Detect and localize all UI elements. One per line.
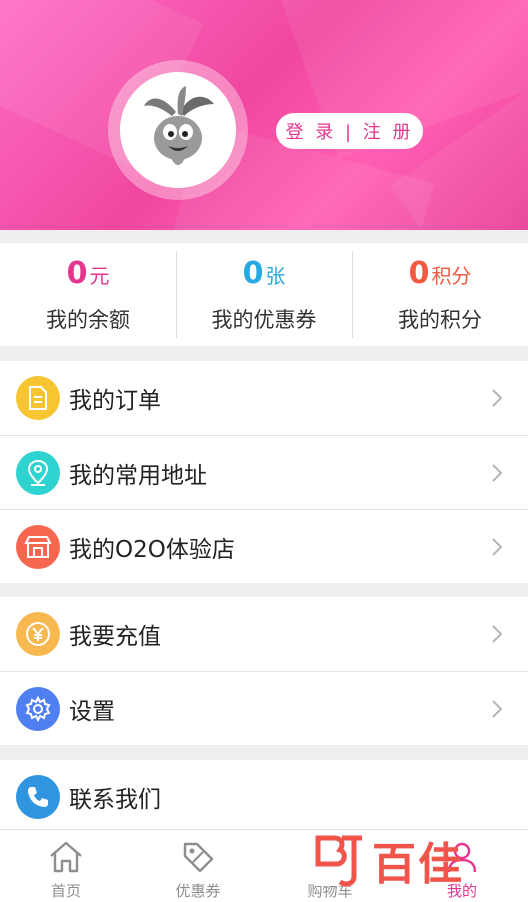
menu-group-orders: 我的订单 我的常用地址 我的O2O体验店	[0, 361, 528, 583]
points-value: 0	[408, 255, 430, 291]
coupon-value: 0	[242, 255, 264, 291]
points-unit: 积分	[431, 263, 472, 288]
watermark-text: 百佳	[372, 839, 464, 890]
avatar[interactable]	[108, 60, 248, 200]
account-stats: 0 元 我的余额 0 张 我的优惠券 0 积分 我的积分	[0, 243, 528, 346]
chevron-right-icon	[492, 463, 503, 482]
coupon-unit: 张	[265, 263, 286, 288]
menu-item-o2o-store[interactable]: 我的O2O体验店	[0, 509, 528, 583]
menu-item-label: 联系我们	[69, 787, 161, 813]
menu-item-orders[interactable]: 我的订单	[0, 361, 528, 435]
stat-points[interactable]: 0 积分 我的积分	[352, 243, 528, 346]
coupon-tag-icon	[183, 842, 214, 873]
home-icon	[50, 841, 82, 873]
menu-item-label: 我的订单	[69, 388, 161, 414]
menu-item-label: 设置	[69, 698, 115, 725]
radish-mascot-icon	[120, 72, 236, 188]
menu-item-label: 我的常用地址	[69, 462, 207, 489]
stat-balance[interactable]: 0 元 我的余额	[0, 243, 176, 346]
balance-value: 0	[66, 255, 88, 291]
tab-label: 首页	[50, 882, 81, 900]
bj-logo-icon	[314, 834, 366, 887]
chevron-right-icon	[492, 699, 503, 718]
login-register-button[interactable]: 登 录 | 注 册	[276, 113, 423, 149]
menu-item-addresses[interactable]: 我的常用地址	[0, 435, 528, 509]
chevron-right-icon	[492, 537, 503, 556]
document-icon	[16, 376, 60, 420]
chevron-right-icon	[492, 389, 503, 407]
balance-label: 我的余额	[46, 307, 130, 332]
gear-icon	[16, 686, 60, 731]
phone-icon	[16, 775, 60, 819]
menu-item-contact[interactable]: 联系我们	[0, 760, 528, 834]
balance-unit: 元	[89, 263, 110, 288]
tab-label: 优惠券	[175, 882, 221, 900]
store-icon	[16, 524, 60, 569]
menu-item-label: 我要充值	[69, 624, 161, 650]
coupon-label: 我的优惠券	[211, 307, 317, 332]
tab-home[interactable]: 首页	[0, 830, 132, 902]
menu-item-settings[interactable]: 设置	[0, 671, 528, 745]
yen-coin-icon	[16, 612, 60, 656]
profile-header: 登 录 | 注 册	[0, 0, 528, 230]
points-label: 我的积分	[398, 307, 482, 332]
tab-coupons[interactable]: 优惠券	[132, 830, 264, 902]
watermark-logo: 百佳	[312, 828, 512, 892]
menu-item-label: 我的O2O体验店	[69, 536, 235, 563]
menu-group-contact: 联系我们	[0, 760, 528, 834]
menu-group-account: 我要充值 设置	[0, 597, 528, 745]
location-pin-icon	[16, 450, 60, 495]
menu-item-recharge[interactable]: 我要充值	[0, 597, 528, 671]
chevron-right-icon	[492, 625, 503, 643]
stat-coupons[interactable]: 0 张 我的优惠券	[176, 243, 352, 346]
